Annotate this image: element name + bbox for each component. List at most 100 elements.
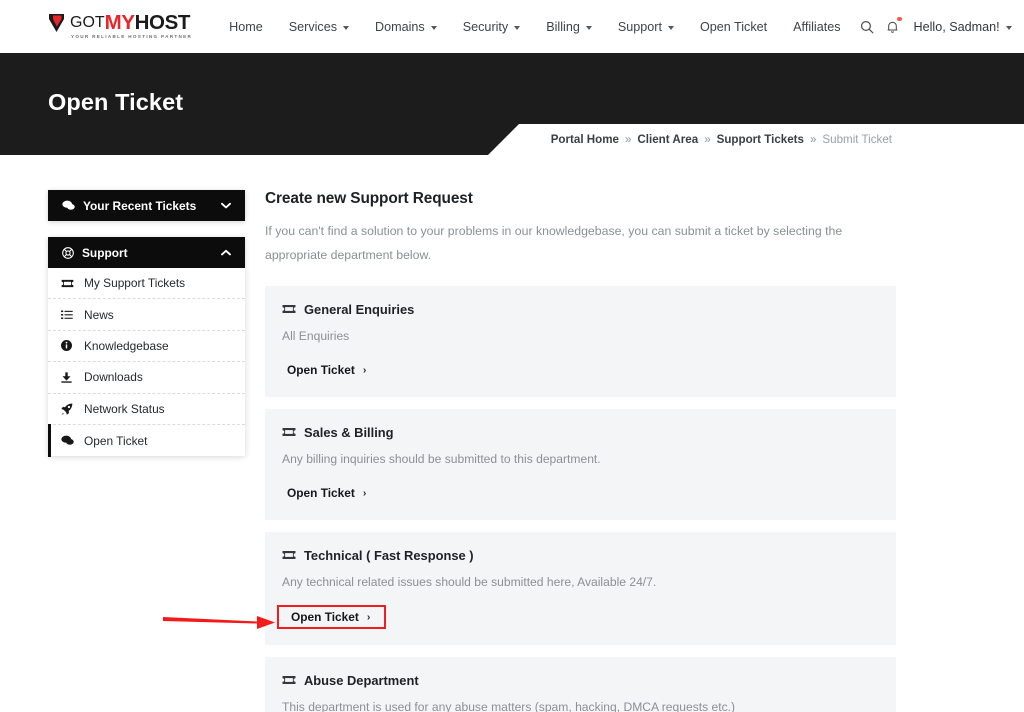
department-title: Sales & Billing xyxy=(282,425,878,440)
chevron-right-icon: › xyxy=(363,487,367,499)
sidebar-item-network-status[interactable]: Network Status xyxy=(48,394,245,425)
department-title: Technical ( Fast Response ) xyxy=(282,548,878,563)
recent-tickets-label: Your Recent Tickets xyxy=(83,199,221,213)
recent-tickets-header[interactable]: Your Recent Tickets xyxy=(48,190,245,221)
nav-item-open-ticket[interactable]: Open Ticket xyxy=(687,14,780,40)
site-header: GOTMYHOST YOUR RELIABLE HOSTING PARTNER … xyxy=(0,0,1024,53)
department-card-general-enquiries: General Enquiries All Enquiries Open Tic… xyxy=(265,286,896,397)
logo-text-host: HOST xyxy=(135,13,190,33)
main-column: Create new Support Request If you can't … xyxy=(265,190,1024,712)
sidebar-item-knowledgebase[interactable]: Knowledgebase xyxy=(48,331,245,362)
open-ticket-button-label: Open Ticket xyxy=(287,486,355,500)
sidebar-item-downloads[interactable]: Downloads xyxy=(48,362,245,393)
breadcrumb-separator: » xyxy=(810,134,816,146)
nav-item-support[interactable]: Support xyxy=(605,14,687,40)
open-ticket-button-label: Open Ticket xyxy=(291,610,359,624)
chevron-down-icon xyxy=(343,26,349,30)
ticket-icon xyxy=(61,279,78,288)
nav-label: Affiliates xyxy=(793,20,840,34)
department-card-abuse: Abuse Department This department is used… xyxy=(265,657,896,712)
sidebar-item-label: My Support Tickets xyxy=(84,276,185,290)
ticket-icon xyxy=(282,675,296,685)
nav-item-home[interactable]: Home xyxy=(216,14,276,40)
chevron-down-icon xyxy=(1006,26,1012,30)
search-icon[interactable] xyxy=(854,14,880,40)
breadcrumb-item-support-tickets[interactable]: Support Tickets xyxy=(717,133,804,146)
section-subtitle: If you can't find a solution to your pro… xyxy=(265,220,880,268)
user-greeting-label: Hello, Sadman! xyxy=(914,20,1000,34)
main-navigation: Home Services Domains Security Billing S… xyxy=(216,14,853,40)
department-title: Abuse Department xyxy=(282,673,878,688)
chevron-down-icon xyxy=(668,26,674,30)
department-description: Any technical related issues should be s… xyxy=(282,575,878,589)
info-circle-icon xyxy=(61,340,78,351)
logo-tagline: YOUR RELIABLE HOSTING PARTNER xyxy=(71,34,192,39)
user-greeting-menu[interactable]: Hello, Sadman! xyxy=(914,20,1012,34)
open-ticket-button[interactable]: Open Ticket › xyxy=(282,482,371,504)
support-panel-header[interactable]: Support xyxy=(48,237,245,268)
nav-label: Open Ticket xyxy=(700,20,767,34)
notification-dot xyxy=(897,17,902,22)
department-description: This department is used for any abuse ma… xyxy=(282,700,878,712)
department-card-technical: Technical ( Fast Response ) Any technica… xyxy=(265,532,896,645)
page-content: Your Recent Tickets xyxy=(0,155,1024,712)
chevron-down-icon xyxy=(514,26,520,30)
ticket-icon xyxy=(282,304,296,314)
section-title: Create new Support Request xyxy=(265,190,896,208)
chevron-down-icon xyxy=(431,26,437,30)
notification-bell-icon[interactable] xyxy=(880,14,906,40)
shopping-cart-icon[interactable]: 1 xyxy=(1021,14,1024,40)
department-description: All Enquiries xyxy=(282,329,878,343)
site-logo[interactable]: GOTMYHOST YOUR RELIABLE HOSTING PARTNER xyxy=(48,13,192,39)
open-ticket-button[interactable]: Open Ticket › xyxy=(282,359,371,381)
nav-label: Domains xyxy=(375,20,425,34)
breadcrumb-item-portal-home[interactable]: Portal Home xyxy=(551,133,619,146)
list-icon xyxy=(61,310,78,320)
breadcrumb-separator: » xyxy=(704,134,710,146)
department-name: General Enquiries xyxy=(304,302,414,317)
sidebar-item-label: News xyxy=(84,308,114,322)
logo-text-my: MY xyxy=(105,13,135,33)
header-actions: Hello, Sadman! 1 xyxy=(854,14,1024,40)
chevron-down-icon xyxy=(586,26,592,30)
breadcrumb: Portal Home » Client Area » Support Tick… xyxy=(519,124,1024,155)
breadcrumb-item-client-area[interactable]: Client Area xyxy=(637,133,698,146)
life-ring-icon xyxy=(62,247,74,259)
department-title: General Enquiries xyxy=(282,302,878,317)
recent-tickets-panel: Your Recent Tickets xyxy=(48,190,245,221)
rocket-icon xyxy=(61,403,78,415)
chevron-down-icon xyxy=(221,201,231,211)
comments-icon xyxy=(62,200,75,211)
nav-item-security[interactable]: Security xyxy=(450,14,534,40)
page-banner: Open Ticket Portal Home » Client Area » … xyxy=(0,53,1024,155)
ticket-icon xyxy=(282,427,296,437)
download-icon xyxy=(61,372,78,383)
sidebar-item-open-ticket[interactable]: Open Ticket xyxy=(48,425,245,456)
logo-text-got: GOT xyxy=(70,14,105,32)
nav-label: Home xyxy=(229,20,263,34)
sidebar-item-my-support-tickets[interactable]: My Support Tickets xyxy=(48,268,245,299)
sidebar-item-label: Open Ticket xyxy=(84,434,147,448)
chevron-up-icon xyxy=(221,248,231,258)
nav-item-affiliates[interactable]: Affiliates xyxy=(780,14,853,40)
department-name: Technical ( Fast Response ) xyxy=(304,548,474,563)
department-card-sales-billing: Sales & Billing Any billing inquiries sh… xyxy=(265,409,896,520)
nav-label: Security xyxy=(463,20,509,34)
breadcrumb-item-submit-ticket: Submit Ticket xyxy=(822,133,892,146)
chevron-right-icon: › xyxy=(367,611,371,623)
nav-item-domains[interactable]: Domains xyxy=(362,14,450,40)
nav-label: Billing xyxy=(546,20,580,34)
open-ticket-button-highlighted[interactable]: Open Ticket › xyxy=(277,605,386,629)
page-title: Open Ticket xyxy=(48,89,183,116)
department-description: Any billing inquiries should be submitte… xyxy=(282,452,878,466)
support-panel: Support xyxy=(48,237,245,456)
comments-icon xyxy=(61,435,78,446)
sidebar-item-news[interactable]: News xyxy=(48,299,245,330)
support-panel-label: Support xyxy=(82,246,221,260)
nav-item-services[interactable]: Services xyxy=(276,14,362,40)
shield-v-icon xyxy=(48,13,65,33)
breadcrumb-separator: » xyxy=(625,134,631,146)
department-name: Abuse Department xyxy=(304,673,419,688)
nav-item-billing[interactable]: Billing xyxy=(533,14,605,40)
sidebar-item-label: Downloads xyxy=(84,370,143,384)
